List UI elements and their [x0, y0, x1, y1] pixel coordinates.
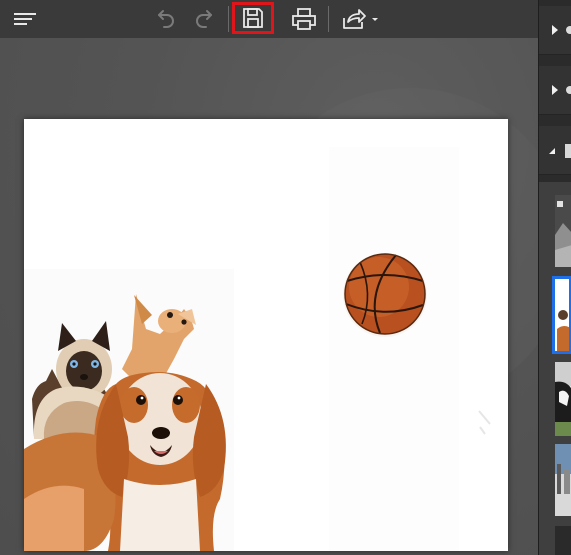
thumbnail[interactable]	[555, 526, 571, 555]
hamburger-menu-icon[interactable]	[10, 3, 40, 35]
side-panel	[538, 0, 571, 555]
pets-thumbnail[interactable]	[552, 276, 571, 354]
landscape-thumbnail[interactable]	[555, 195, 571, 267]
cow-thumbnail[interactable]	[555, 362, 571, 436]
basketball-image[interactable]	[343, 253, 427, 337]
toolbar-separator	[328, 6, 329, 32]
panel-row-collapsed[interactable]	[539, 6, 571, 55]
street-thumbnail[interactable]	[555, 444, 571, 516]
save-icon	[243, 8, 263, 28]
toolbar-separator	[228, 6, 229, 32]
save-button[interactable]	[232, 2, 274, 34]
document-canvas[interactable]	[24, 119, 508, 551]
panel-row-expanded[interactable]	[539, 126, 571, 175]
undo-icon[interactable]	[151, 3, 181, 35]
print-icon[interactable]	[288, 3, 320, 35]
top-toolbar	[0, 0, 538, 39]
redo-icon[interactable]	[189, 3, 219, 35]
panel-row-collapsed[interactable]	[539, 66, 571, 115]
share-icon[interactable]	[338, 3, 382, 35]
